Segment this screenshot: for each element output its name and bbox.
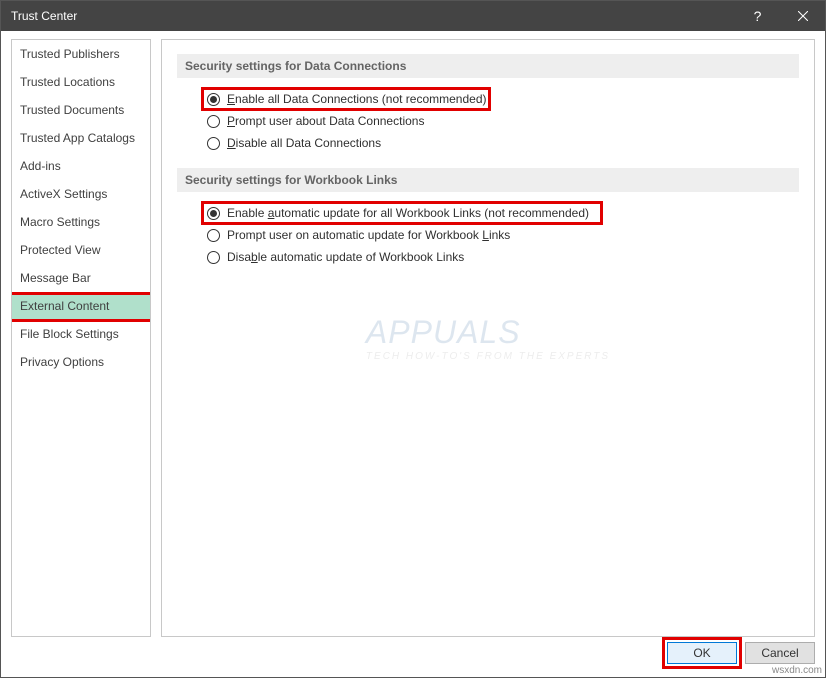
radio-label: Prompt user about Data Connections xyxy=(227,114,424,128)
help-icon: ? xyxy=(754,8,762,24)
sidebar-item-label: Trusted Documents xyxy=(20,103,124,117)
titlebar: Trust Center ? xyxy=(1,1,825,31)
radio-label-pre: Enable xyxy=(227,206,268,220)
radio-label-accelerator: P xyxy=(227,114,235,128)
radio-label: Enable automatic update for all Workbook… xyxy=(227,206,589,220)
sidebar-item-external-content[interactable]: External Content xyxy=(12,292,150,320)
sidebar-item-trusted-locations[interactable]: Trusted Locations xyxy=(12,68,150,96)
radio-option[interactable]: Disable automatic update of Workbook Lin… xyxy=(207,250,799,264)
sidebar-item-trusted-publishers[interactable]: Trusted Publishers xyxy=(12,40,150,68)
radio-label-pre: Disa xyxy=(227,250,251,264)
sidebar: Trusted Publishers Trusted Locations Trust… xyxy=(11,39,151,637)
sidebar-item-trusted-documents[interactable]: Trusted Documents xyxy=(12,96,150,124)
radio-icon xyxy=(207,93,220,106)
radio-label-accelerator: L xyxy=(482,228,489,242)
ok-button[interactable]: OK xyxy=(667,642,737,664)
radio-label-pre: Prompt user on automatic update for Work… xyxy=(227,228,482,242)
sidebar-item-label: External Content xyxy=(20,299,109,313)
radio-option[interactable]: Enable all Data Connections (not recomme… xyxy=(207,92,799,106)
close-button[interactable] xyxy=(780,1,825,31)
radio-label: Disable all Data Connections xyxy=(227,136,381,150)
sidebar-item-activex-settings[interactable]: ActiveX Settings xyxy=(12,180,150,208)
radio-label-accelerator: D xyxy=(227,136,236,150)
radio-icon xyxy=(207,251,220,264)
cancel-button[interactable]: Cancel xyxy=(745,642,815,664)
radio-label: Enable all Data Connections (not recomme… xyxy=(227,92,487,106)
radio-label-post: nable all Data Connections (not recommen… xyxy=(235,92,486,106)
sidebar-item-file-block-settings[interactable]: File Block Settings xyxy=(12,320,150,348)
radio-label-post: isable all Data Connections xyxy=(236,136,381,150)
sidebar-item-label: Protected View xyxy=(20,243,101,257)
trust-center-dialog: Trust Center ? Trusted PublishersTrusted… xyxy=(0,0,826,678)
watermark-main: APPUALS xyxy=(366,314,610,351)
watermark-sub: TECH HOW-TO'S FROM THE EXPERTS xyxy=(366,351,610,362)
sidebar-item-trusted-app-catalogs[interactable]: Trusted App Catalogs xyxy=(12,124,150,152)
watermark: APPUALS TECH HOW-TO'S FROM THE EXPERTS xyxy=(366,314,610,362)
radio-label-accelerator: E xyxy=(227,92,235,106)
sidebar-item-label: Macro Settings xyxy=(20,215,100,229)
radio-label-post: utomatic update for all Workbook Links (… xyxy=(274,206,589,220)
dialog-footer: OK Cancel xyxy=(1,637,825,677)
sidebar-item-label: Message Bar xyxy=(20,271,91,285)
radio-group-data-connections: Enable all Data Connections (not recomme… xyxy=(177,92,799,150)
radio-label-post: rompt user about Data Connections xyxy=(235,114,424,128)
sidebar-item-label: Trusted App Catalogs xyxy=(20,131,135,145)
section-header-workbook-links: Security settings for Workbook Links xyxy=(177,168,799,192)
help-button[interactable]: ? xyxy=(735,1,780,31)
radio-icon xyxy=(207,207,220,220)
sidebar-item-add-ins[interactable]: Add-ins xyxy=(12,152,150,180)
sidebar-item-protected-view[interactable]: Protected View xyxy=(12,236,150,264)
close-icon xyxy=(798,11,808,21)
dialog-body: Trusted Publishers Trusted Locations Trust… xyxy=(1,31,825,637)
radio-option[interactable]: Prompt user on automatic update for Work… xyxy=(207,228,799,242)
sidebar-item-label: Trusted Locations xyxy=(20,75,115,89)
source-tag: wsxdn.com xyxy=(772,665,822,676)
window-title: Trust Center xyxy=(11,9,735,23)
radio-option[interactable]: Disable all Data Connections xyxy=(207,136,799,150)
radio-icon xyxy=(207,115,220,128)
sidebar-item-message-bar[interactable]: Message Bar xyxy=(12,264,150,292)
sidebar-item-label: File Block Settings xyxy=(20,327,119,341)
radio-label-accelerator: b xyxy=(251,250,258,264)
radio-label: Disable automatic update of Workbook Lin… xyxy=(227,250,464,264)
radio-icon xyxy=(207,229,220,242)
sidebar-item-label: Trusted Publishers xyxy=(20,47,120,61)
radio-label-post: inks xyxy=(489,228,510,242)
sidebar-item-label: Add-ins xyxy=(20,159,61,173)
sidebar-item-label: ActiveX Settings xyxy=(20,187,107,201)
radio-label-post: le automatic update of Workbook Links xyxy=(258,250,465,264)
radio-icon xyxy=(207,137,220,150)
section-header-data-connections: Security settings for Data Connections xyxy=(177,54,799,78)
radio-label: Prompt user on automatic update for Work… xyxy=(227,228,510,242)
radio-group-workbook-links: Enable automatic update for all Workbook… xyxy=(177,206,799,264)
content-panel: APPUALS TECH HOW-TO'S FROM THE EXPERTS S… xyxy=(161,39,815,637)
ok-button-label: OK xyxy=(693,646,710,660)
sidebar-item-label: Privacy Options xyxy=(20,355,104,369)
sidebar-item-privacy-options[interactable]: Privacy Options xyxy=(12,348,150,376)
sidebar-item-macro-settings[interactable]: Macro Settings xyxy=(12,208,150,236)
radio-option[interactable]: Enable automatic update for all Workbook… xyxy=(207,206,799,220)
radio-option[interactable]: Prompt user about Data Connections xyxy=(207,114,799,128)
cancel-button-label: Cancel xyxy=(761,646,798,660)
